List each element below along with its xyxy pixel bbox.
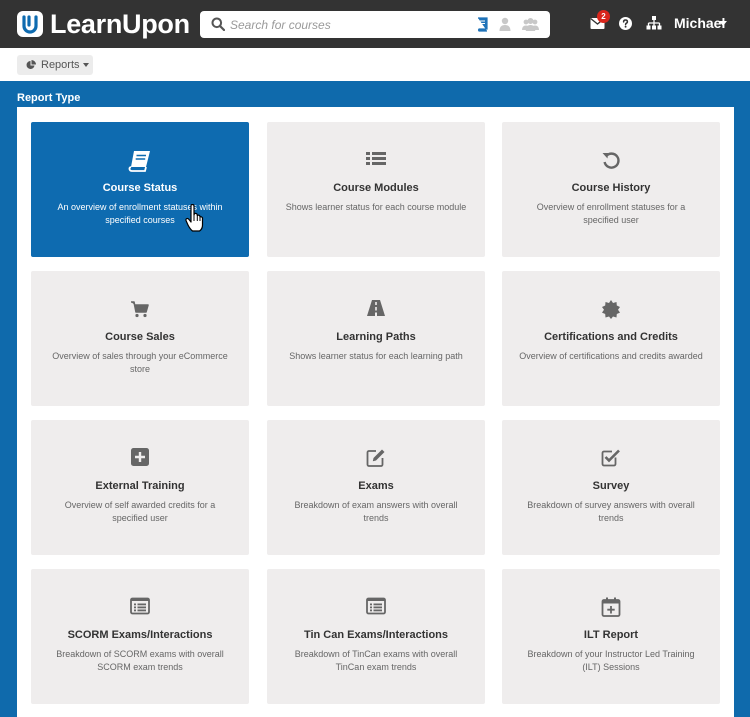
logo[interactable]: LearnUpon [17, 10, 190, 38]
report-card-learning-paths[interactable]: Learning Paths Shows learner status for … [267, 271, 485, 406]
report-card-course-modules[interactable]: Course Modules Shows learner status for … [267, 122, 485, 257]
search-icon [211, 17, 225, 31]
card-title: ILT Report [583, 629, 639, 641]
top-navigation-bar: LearnUpon 2 [0, 0, 750, 48]
check-square-icon [601, 449, 620, 467]
edit-icon [366, 449, 385, 467]
report-card-course-status[interactable]: Course Status An overview of enrollment … [31, 122, 249, 257]
report-card-survey[interactable]: Survey Breakdown of survey answers with … [502, 420, 720, 555]
card-description: Breakdown of SCORM exams with overall SC… [56, 649, 224, 672]
book-icon [128, 151, 150, 172]
card-description: Overview of enrollment statuses for a sp… [536, 202, 686, 225]
plus-square-icon [131, 448, 149, 466]
certificate-icon [602, 300, 620, 319]
report-card-ilt-report[interactable]: ILT Report Breakdown of your Instructor … [502, 569, 720, 704]
notification-badge: 2 [597, 10, 610, 23]
card-description: Overview of self awarded credits for a s… [64, 500, 216, 523]
card-title: SCORM Exams/Interactions [67, 629, 213, 641]
card-title: Course Modules [333, 182, 419, 194]
card-description: Breakdown of TinCan exams with overall T… [294, 649, 458, 672]
report-card-exams[interactable]: Exams Breakdown of exam answers with ove… [267, 420, 485, 555]
section-title: Report Type [17, 92, 81, 104]
card-title: Tin Can Exams/Interactions [303, 629, 449, 641]
card-description: Breakdown of your Instructor Led Trainin… [527, 649, 695, 672]
card-description: Breakdown of exam answers with overall t… [294, 500, 458, 523]
sitemap-icon[interactable] [646, 16, 662, 30]
road-icon [367, 300, 385, 316]
card-description: Overview of sales through your eCommerce… [52, 351, 228, 374]
card-description: Shows learner status for each course mod… [285, 202, 467, 212]
calendar-plus-icon [601, 597, 621, 617]
logo-mark-icon [17, 11, 43, 37]
card-title: Course Status [102, 182, 178, 194]
report-card-course-sales[interactable]: Course Sales Overview of sales through y… [31, 271, 249, 406]
search-input[interactable] [230, 14, 460, 35]
list-icon [366, 152, 386, 165]
history-icon [602, 152, 620, 169]
card-title: Course History [571, 182, 651, 194]
report-card-course-history[interactable]: Course History Overview of enrollment st… [502, 122, 720, 257]
help-icon[interactable] [619, 17, 632, 30]
cart-icon [131, 301, 149, 318]
card-title: Course Sales [105, 331, 175, 343]
card-description: An overview of enrollment statuses withi… [57, 202, 223, 225]
report-card-tin-can-exams[interactable]: Tin Can Exams/Interactions Breakdown of … [267, 569, 485, 704]
card-title: Exams [358, 480, 394, 492]
card-title: Learning Paths [336, 331, 416, 343]
courses-scope-icon[interactable] [476, 17, 489, 32]
groups-scope-icon[interactable] [522, 17, 539, 32]
card-title: Survey [592, 480, 630, 492]
caret-down-icon [82, 63, 89, 67]
card-description: Breakdown of survey answers with overall… [527, 500, 695, 523]
list-alt-icon [130, 597, 150, 615]
card-title: Certifications and Credits [544, 331, 678, 343]
reports-label: Reports [41, 59, 80, 71]
card-description: Shows learner status for each learning p… [289, 351, 463, 361]
search-bar [200, 11, 550, 38]
sub-toolbar: Reports [0, 48, 750, 81]
hand-pointer-cursor-icon [185, 204, 204, 232]
card-title: External Training [95, 480, 185, 492]
users-scope-icon[interactable] [499, 17, 511, 32]
report-card-certifications-and-credits[interactable]: Certifications and Credits Overview of c… [502, 271, 720, 406]
logo-text: LearnUpon [50, 9, 190, 39]
report-card-external-training[interactable]: External Training Overview of self award… [31, 420, 249, 555]
reports-dropdown-button[interactable]: Reports [17, 55, 93, 75]
report-card-scorm-exams[interactable]: SCORM Exams/Interactions Breakdown of SC… [31, 569, 249, 704]
card-description: Overview of certifications and credits a… [519, 351, 703, 361]
pie-chart-icon [26, 60, 36, 69]
list-alt-icon [366, 597, 386, 615]
user-menu[interactable]: Michael [674, 15, 725, 31]
chevron-down-icon[interactable] [719, 21, 727, 26]
